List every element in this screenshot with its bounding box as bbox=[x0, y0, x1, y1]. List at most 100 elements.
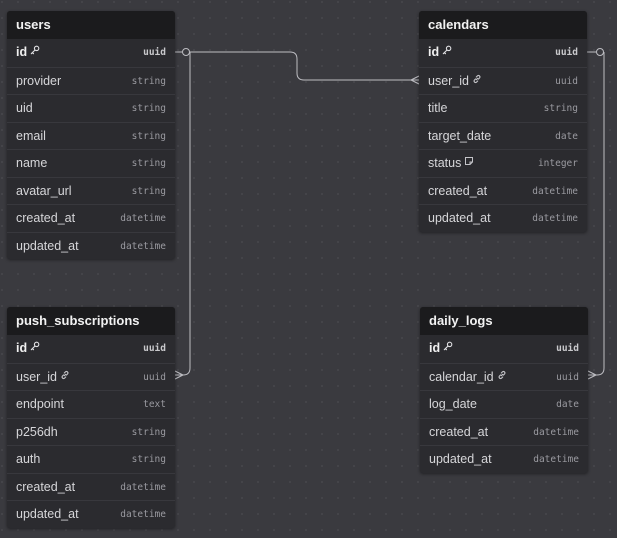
field-type: date bbox=[556, 399, 579, 410]
field-name-text: endpoint bbox=[16, 397, 64, 411]
field-name-text: auth bbox=[16, 452, 41, 466]
field-name: user_id bbox=[428, 68, 482, 95]
field-name-text: created_at bbox=[429, 424, 489, 439]
field-type: string bbox=[543, 103, 578, 114]
link-icon bbox=[472, 67, 482, 94]
field-row[interactable]: created_at datetime bbox=[7, 204, 175, 232]
field-name: updated_at bbox=[428, 205, 491, 232]
field-name-text: updated_at bbox=[16, 507, 79, 521]
field-name: created_at bbox=[16, 205, 75, 232]
field-row[interactable]: updated_at datetime bbox=[7, 231, 175, 260]
field-row[interactable]: p256dh string bbox=[7, 417, 175, 446]
field-row[interactable]: created_at datetime bbox=[420, 417, 588, 446]
field-type: uuid bbox=[143, 371, 166, 383]
relationship-one-marker bbox=[596, 48, 604, 56]
key-icon bbox=[30, 38, 40, 65]
field-name: calendar_id bbox=[429, 364, 507, 391]
table-header[interactable]: users bbox=[7, 11, 175, 39]
field-list: id uuid user_id uuid endpoint text p256dh strin… bbox=[7, 335, 175, 528]
key-icon bbox=[443, 334, 453, 361]
field-row[interactable]: user_id uuid bbox=[7, 362, 175, 391]
field-name-text: updated_at bbox=[16, 238, 79, 253]
field-type: datetime bbox=[533, 454, 579, 465]
table-daily-logs[interactable]: daily_logs id uuid calendar_id uuid log_date… bbox=[420, 307, 588, 473]
field-row[interactable]: created_at datetime bbox=[419, 176, 587, 205]
field-row[interactable]: avatar_url string bbox=[7, 176, 175, 205]
field-row[interactable]: endpoint text bbox=[7, 390, 175, 418]
field-name: name bbox=[16, 150, 47, 177]
field-name-text: id bbox=[428, 45, 440, 59]
field-row[interactable]: title string bbox=[419, 94, 587, 122]
field-name: id bbox=[429, 335, 453, 362]
field-name: id bbox=[16, 335, 40, 362]
field-row[interactable]: auth string bbox=[7, 445, 175, 473]
field-name: id bbox=[428, 39, 452, 66]
field-row[interactable]: id uuid bbox=[420, 335, 588, 363]
field-name-text: updated_at bbox=[429, 452, 492, 466]
field-row[interactable]: log_date date bbox=[420, 390, 588, 418]
table-header[interactable]: push_subscriptions bbox=[7, 307, 175, 335]
table-push-subscriptions[interactable]: push_subscriptions id uuid user_id uuid endp… bbox=[7, 307, 175, 528]
field-name: updated_at bbox=[16, 233, 79, 260]
field-row[interactable]: email string bbox=[7, 121, 175, 150]
table-header[interactable]: calendars bbox=[419, 11, 587, 39]
field-list: id uuid provider string uid string email string… bbox=[7, 39, 175, 259]
table-calendars[interactable]: calendars id uuid user_id uuid title string ta… bbox=[419, 11, 587, 232]
field-type: uuid bbox=[556, 371, 579, 383]
field-type: datetime bbox=[532, 213, 578, 224]
field-name: user_id bbox=[16, 364, 70, 391]
field-name: avatar_url bbox=[16, 178, 72, 205]
relationship-line bbox=[175, 51, 419, 81]
field-type: string bbox=[131, 158, 166, 169]
field-name: id bbox=[16, 39, 40, 66]
field-name: created_at bbox=[428, 178, 487, 205]
field-name-text: uid bbox=[16, 101, 33, 115]
relationship-line bbox=[175, 52, 191, 376]
field-name-text: title bbox=[428, 101, 448, 115]
field-type: datetime bbox=[120, 481, 166, 493]
key-icon bbox=[30, 334, 40, 361]
field-row[interactable]: id uuid bbox=[419, 39, 587, 67]
field-row[interactable]: uid string bbox=[7, 94, 175, 122]
field-row[interactable]: calendar_id uuid bbox=[420, 362, 588, 391]
field-name: uid bbox=[16, 95, 33, 122]
field-name: status bbox=[428, 150, 474, 177]
field-row[interactable]: name string bbox=[7, 149, 175, 177]
table-header[interactable]: daily_logs bbox=[420, 307, 588, 335]
table-users[interactable]: users id uuid provider string uid string email… bbox=[7, 11, 175, 259]
field-type: integer bbox=[537, 158, 578, 169]
field-type: datetime bbox=[532, 185, 578, 197]
field-type: uuid bbox=[143, 343, 166, 354]
relationship-one-marker bbox=[182, 48, 190, 56]
field-type: uuid bbox=[143, 47, 166, 58]
field-list: id uuid calendar_id uuid log_date date created… bbox=[420, 335, 588, 473]
field-row[interactable]: updated_at datetime bbox=[419, 204, 587, 232]
field-row[interactable]: id uuid bbox=[7, 39, 175, 67]
field-name: provider bbox=[16, 68, 61, 95]
field-row[interactable]: target_date date bbox=[419, 121, 587, 150]
field-row[interactable]: created_at datetime bbox=[7, 472, 175, 501]
field-type: datetime bbox=[120, 240, 166, 252]
field-name-text: status bbox=[428, 156, 462, 170]
field-name: endpoint bbox=[16, 391, 64, 418]
field-row[interactable]: updated_at datetime bbox=[7, 500, 175, 528]
field-type: uuid bbox=[555, 47, 578, 58]
field-name-text: target_date bbox=[428, 128, 492, 143]
key-icon bbox=[442, 38, 452, 65]
field-name-text: id bbox=[429, 341, 441, 355]
field-row[interactable]: status integer bbox=[419, 149, 587, 177]
field-row[interactable]: provider string bbox=[7, 66, 175, 95]
field-name-text: calendar_id bbox=[429, 369, 494, 384]
field-row[interactable]: id uuid bbox=[7, 335, 175, 363]
field-type: datetime bbox=[120, 213, 166, 224]
field-row[interactable]: user_id uuid bbox=[419, 66, 587, 95]
field-name: created_at bbox=[429, 419, 488, 446]
relationship-line bbox=[587, 51, 605, 376]
field-row[interactable]: updated_at datetime bbox=[420, 445, 588, 473]
field-type: uuid bbox=[555, 75, 578, 87]
field-name-text: name bbox=[16, 156, 48, 170]
field-name-text: avatar_url bbox=[16, 183, 72, 198]
field-type: string bbox=[131, 103, 166, 114]
field-name-text: email bbox=[16, 128, 46, 143]
field-name-text: id bbox=[16, 45, 28, 59]
